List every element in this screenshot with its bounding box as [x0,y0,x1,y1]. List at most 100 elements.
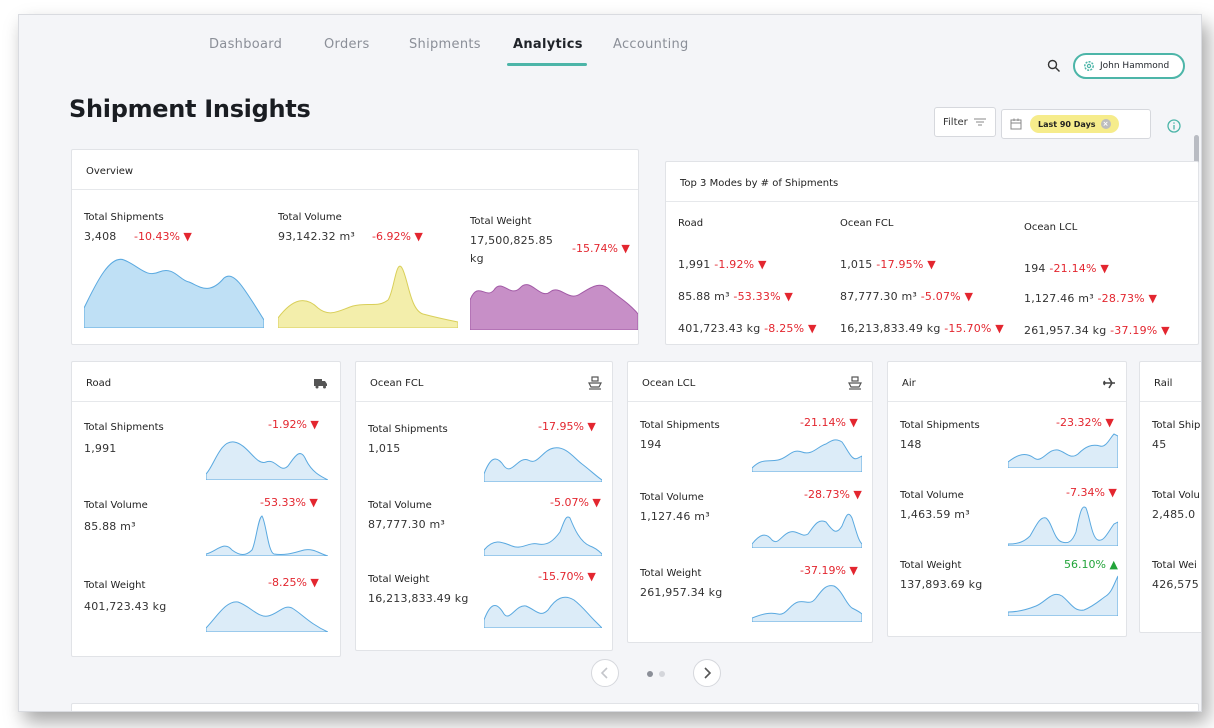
top-mode-oceanlcl-weight: 261,957.34 kg -37.19% ▼ [1024,324,1170,337]
rail-shipments-label: Total Ship [1152,420,1201,431]
oceanlcl-volume-label: Total Volume [640,492,704,503]
calendar-icon [1010,118,1022,130]
road-volume-label: Total Volume [84,500,148,511]
date-range-picker[interactable]: Last 90 Days × [1001,109,1151,139]
top-mode-oceanlcl-volume: 1,127.46 m³ -28.73% ▼ [1024,292,1158,305]
mode-card-air-title: Air [888,362,1126,402]
overview-volume-sparkline [278,265,458,328]
tab-orders[interactable]: Orders [324,37,370,52]
overview-weight-unit: kg [470,252,484,265]
top-mode-oceanlcl-name: Ocean LCL [1024,222,1078,233]
oceanfcl-shipments-label: Total Shipments [368,424,448,435]
top-mode-oceanlcl-shipments: 194 -21.14% ▼ [1024,262,1109,275]
road-volume-delta: -53.33% ▼ [260,496,318,509]
top-mode-oceanfcl-weight: 16,213,833.49 kg -15.70% ▼ [840,322,1004,335]
overview-shipments-delta: -10.43% ▼ [134,230,192,243]
tab-accounting[interactable]: Accounting [613,37,689,52]
oceanlcl-volume-value: 1,127.46 m³ [640,510,710,523]
oceanlcl-shipments-delta: -21.14% ▼ [800,416,858,429]
mode-card-road-title: Road [72,362,340,402]
page-title: Shipment Insights [69,95,311,123]
tab-dashboard[interactable]: Dashboard [209,37,282,52]
mode-card-ocean-lcl-title: Ocean LCL [628,362,872,402]
date-range-chip[interactable]: Last 90 Days × [1030,115,1119,133]
road-weight-label: Total Weight [84,580,146,591]
truck-icon [314,379,327,389]
overview-volume-delta: -6.92% ▼ [372,230,423,243]
air-volume-value: 1,463.59 m³ [900,508,970,521]
oceanfcl-weight-delta: -15.70% ▼ [538,570,596,583]
air-weight-value: 137,893.69 kg [900,578,983,591]
chevron-left-icon [600,667,608,679]
overview-weight-sparkline [470,284,638,330]
road-weight-sparkline [206,601,328,632]
overview-shipments-value: 3,408 [84,230,117,243]
mode-card-ocean-fcl-title: Ocean FCL [356,362,612,402]
oceanfcl-shipments-sparkline [484,447,602,482]
air-shipments-value: 148 [900,438,922,451]
top-mode-road-weight: 401,723.43 kg -8.25% ▼ [678,322,817,335]
top-modes-title: Top 3 Modes by # of Shipments [666,162,1198,202]
top-nav: Dashboard Orders Shipments Analytics Acc… [19,15,1201,79]
overview-weight-label: Total Weight [470,216,532,227]
mode-card-ocean-lcl: Ocean LCL Total Shipments 194 -21.14% ▼ … [627,361,873,643]
oceanfcl-volume-sparkline [484,516,602,556]
air-volume-label: Total Volume [900,490,964,501]
road-volume-sparkline [206,515,328,556]
oceanfcl-shipments-delta: -17.95% ▼ [538,420,596,433]
mode-card-air: Air Total Shipments 148 -23.32% ▼ Total … [887,361,1127,637]
overview-weight-value: 17,500,825.85 [470,234,554,247]
road-weight-value: 401,723.43 kg [84,600,167,613]
rail-weight-value: 426,575 [1152,578,1199,591]
air-volume-delta: -7.34% ▼ [1066,486,1117,499]
oceanlcl-volume-sparkline [752,513,862,548]
top-mode-oceanfcl-shipments: 1,015 -17.95% ▼ [840,258,936,271]
gear-icon [1084,61,1094,71]
mode-card-rail-title: Rail [1140,362,1201,402]
clear-chip-icon[interactable]: × [1100,119,1111,129]
oceanlcl-volume-delta: -28.73% ▼ [804,488,862,501]
top-mode-oceanfcl-name: Ocean FCL [840,218,894,229]
top-mode-road-shipments: 1,991 -1.92% ▼ [678,258,767,271]
top-mode-oceanfcl-volume: 87,777.30 m³ -5.07% ▼ [840,290,974,303]
overview-weight-delta: -15.74% ▼ [572,242,630,255]
page-dot-1[interactable] [647,671,653,677]
next-page-button[interactable] [693,659,721,687]
oceanlcl-weight-delta: -37.19% ▼ [800,564,858,577]
oceanlcl-shipments-sparkline [752,439,862,472]
oceanfcl-weight-value: 16,213,833.49 kg [368,592,469,605]
overview-shipments-sparkline [84,258,264,328]
top-modes-card: Top 3 Modes by # of Shipments Road 1,991… [665,161,1199,345]
rail-volume-label: Total Volu [1152,490,1200,501]
oceanlcl-weight-label: Total Weight [640,568,702,579]
air-volume-sparkline [1008,506,1118,546]
filter-icon [973,118,986,126]
plane-icon [1103,377,1115,389]
filter-label: Filter [943,116,968,128]
search-icon[interactable] [1047,59,1061,73]
oceanlcl-weight-sparkline [752,585,862,622]
air-weight-label: Total Weight [900,560,962,571]
prev-page-button[interactable] [591,659,619,687]
mode-card-rail: Rail Total Ship 45 Total Volu 2,485.0 To… [1139,361,1201,633]
overview-card: Overview Total Shipments 3,408 -10.43% ▼… [71,149,639,345]
tab-shipments[interactable]: Shipments [409,37,481,52]
active-tab-indicator [507,63,587,66]
oceanlcl-weight-value: 261,957.34 kg [640,586,723,599]
air-shipments-sparkline [1008,433,1118,468]
user-menu-button[interactable]: John Hammond [1073,53,1185,79]
tab-analytics[interactable]: Analytics [513,37,583,52]
filter-button[interactable]: Filter [934,107,996,137]
page-dot-2[interactable] [659,671,665,677]
mode-card-road: Road Total Shipments 1,991 -1.92% ▼ Tota… [71,361,341,657]
road-volume-value: 85.88 m³ [84,520,136,533]
info-icon[interactable] [1167,119,1181,133]
overview-volume-value: 93,142.32 m³ [278,230,356,243]
ship-icon [588,376,602,390]
rail-weight-label: Total Wei [1152,560,1197,571]
oceanfcl-weight-label: Total Weight [368,574,430,585]
oceanfcl-volume-label: Total Volume [368,500,432,511]
app-window: Dashboard Orders Shipments Analytics Acc… [18,14,1202,712]
air-weight-delta: 56.10% ▲ [1064,558,1118,571]
oceanfcl-volume-delta: -5.07% ▼ [550,496,601,509]
